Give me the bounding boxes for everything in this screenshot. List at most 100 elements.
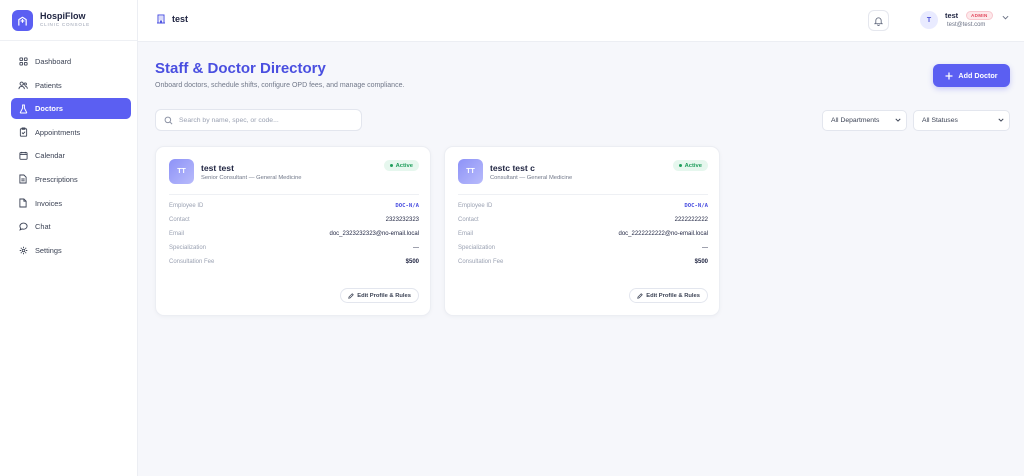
- sidebar-item-chat[interactable]: Chat: [11, 216, 131, 237]
- doctor-role: Consultant — General Medicine: [490, 175, 573, 181]
- sidebar-item-label: Appointments: [35, 127, 81, 137]
- email-value: doc_2222222222@no-email.local: [618, 231, 709, 237]
- field-label: Employee ID: [169, 203, 204, 209]
- field-label: Contact: [458, 217, 479, 223]
- employee-id-row: Employee ID DOC-N/A: [169, 203, 419, 213]
- sidebar-item-label: Dashboard: [35, 57, 72, 66]
- plus-icon: [945, 72, 953, 80]
- specialization-value: —: [413, 245, 419, 251]
- contact-value: 2323232323: [385, 217, 419, 223]
- chevron-down-icon[interactable]: [1002, 15, 1009, 20]
- field-label: Consultation Fee: [458, 259, 504, 265]
- doctor-card: TT testc test c Consultant — General Med…: [444, 146, 720, 316]
- fee-value: $500: [694, 259, 708, 265]
- doctor-card: TT test test Senior Consultant — General…: [155, 146, 431, 316]
- edit-profile-button[interactable]: Edit Profile & Rules: [629, 288, 708, 303]
- hospital-logo-icon: [12, 9, 33, 31]
- specialization-row: Specialization —: [169, 245, 419, 255]
- gear-icon: [18, 245, 28, 255]
- calendar-icon: [18, 151, 28, 161]
- sidebar-item-label: Doctors: [35, 104, 63, 114]
- email-row: Email doc_2222222222@no-email.local: [458, 231, 708, 241]
- brand-name: HospiFlow: [40, 11, 86, 22]
- search-box[interactable]: [155, 109, 362, 131]
- brand-subtitle: CLINIC CONSOLE: [40, 22, 90, 28]
- clinic-switcher[interactable]: test: [156, 14, 188, 24]
- employee-id-value: DOC-N/A: [684, 203, 708, 209]
- status-badge: Active: [672, 160, 708, 171]
- add-doctor-button[interactable]: Add Doctor: [933, 64, 1010, 87]
- contact-row: Contact 2222222222: [458, 217, 708, 227]
- sidebar-item-settings[interactable]: Settings: [11, 240, 131, 261]
- contact-row: Contact 2323232323: [169, 217, 419, 227]
- status-badge: Active: [383, 160, 419, 171]
- flask-icon: [18, 104, 28, 114]
- field-label: Contact: [169, 217, 190, 223]
- doctor-role: Senior Consultant — General Medicine: [201, 175, 302, 181]
- search-icon: [164, 116, 173, 125]
- sidebar-item-label: Chat: [35, 222, 51, 232]
- role-badge: ADMIN: [966, 11, 993, 20]
- status-dot-icon: [389, 164, 393, 167]
- specialization-value: —: [702, 245, 708, 251]
- file-icon: [18, 198, 28, 208]
- sidebar-item-label: Patients: [35, 80, 62, 90]
- pencil-icon: [348, 292, 354, 299]
- sidebar-item-appointments[interactable]: Appointments: [11, 122, 131, 143]
- clipboard-check-icon: [18, 127, 28, 137]
- fee-value: $500: [405, 259, 419, 265]
- edit-profile-label: Edit Profile & Rules: [646, 292, 700, 299]
- sidebar-item-label: Calendar: [35, 151, 65, 161]
- clinic-name: test: [172, 14, 189, 24]
- fee-row: Consultation Fee $500: [169, 259, 419, 269]
- field-label: Employee ID: [458, 203, 493, 209]
- user-name[interactable]: test: [945, 11, 958, 20]
- sidebar-item-invoices[interactable]: Invoices: [11, 193, 131, 214]
- email-value: doc_2323232323@no-email.local: [329, 231, 420, 237]
- edit-profile-label: Edit Profile & Rules: [357, 292, 411, 299]
- sidebar-item-doctors[interactable]: Doctors: [11, 98, 131, 120]
- status-filter-select[interactable]: All Statuses: [913, 110, 1010, 131]
- sidebar-item-prescriptions[interactable]: Prescriptions: [11, 169, 131, 190]
- brand[interactable]: HospiFlow CLINIC CONSOLE: [0, 0, 137, 41]
- add-doctor-label: Add Doctor: [958, 71, 998, 80]
- status-filter-value: All Statuses: [922, 117, 958, 124]
- doctor-avatar: TT: [458, 159, 483, 184]
- sidebar-item-label: Prescriptions: [35, 174, 78, 184]
- top-bar: test T test ADMIN test@test.com: [138, 0, 1024, 42]
- users-icon: [18, 80, 28, 90]
- department-filter-value: All Departments: [831, 117, 880, 124]
- field-label: Consultation Fee: [169, 259, 215, 265]
- bell-icon: [874, 16, 883, 26]
- status-label: Active: [684, 162, 702, 169]
- file-text-icon: [18, 174, 28, 184]
- field-label: Email: [458, 231, 474, 237]
- sidebar-item-patients[interactable]: Patients: [11, 75, 131, 96]
- notifications-button[interactable]: [868, 10, 889, 31]
- sidebar-item-calendar[interactable]: Calendar: [11, 145, 131, 166]
- field-label: Specialization: [169, 245, 207, 251]
- search-input[interactable]: [179, 116, 359, 124]
- sidebar-item-label: Settings: [35, 245, 62, 255]
- department-filter-select[interactable]: All Departments: [822, 110, 907, 131]
- pencil-icon: [637, 292, 643, 299]
- divider: [458, 194, 708, 195]
- employee-id-row: Employee ID DOC-N/A: [458, 203, 708, 213]
- status-label: Active: [395, 162, 413, 169]
- fee-row: Consultation Fee $500: [458, 259, 708, 269]
- chat-bubble-icon: [18, 222, 28, 232]
- building-icon: [156, 14, 166, 24]
- doctor-name: test test: [201, 163, 234, 173]
- grid-icon: [18, 57, 28, 67]
- email-row: Email doc_2323232323@no-email.local: [169, 231, 419, 241]
- sidebar-item-label: Invoices: [35, 198, 63, 208]
- employee-id-value: DOC-N/A: [395, 203, 419, 209]
- user-avatar[interactable]: T: [920, 11, 938, 29]
- page-subtitle: Onboard doctors, schedule shifts, config…: [155, 82, 405, 89]
- chevron-down-icon: [998, 118, 1004, 122]
- divider: [169, 194, 419, 195]
- doctor-name: testc test c: [490, 163, 535, 173]
- sidebar-item-dashboard[interactable]: Dashboard: [11, 51, 131, 72]
- edit-profile-button[interactable]: Edit Profile & Rules: [340, 288, 419, 303]
- field-label: Email: [169, 231, 185, 237]
